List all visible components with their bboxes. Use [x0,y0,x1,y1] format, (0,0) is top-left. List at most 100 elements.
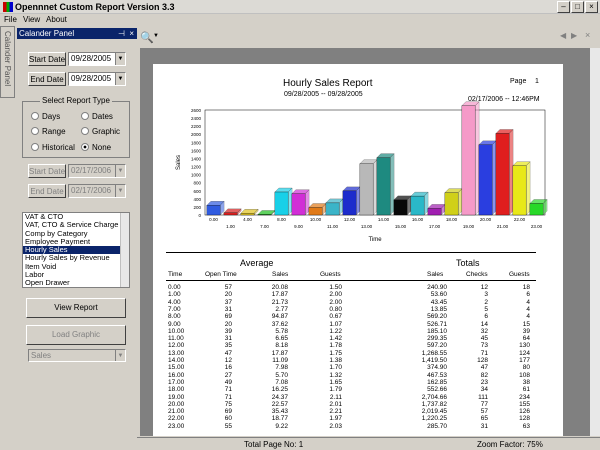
chevron-down-icon[interactable]: ▼ [115,73,125,85]
start-date-combo[interactable]: 09/28/2005 ▼ [68,52,126,66]
bar [257,214,272,216]
table-cell: 14.00 [168,357,185,364]
report-type-title: Select Report Type [40,96,112,105]
table-cell: 7.98 [275,364,288,372]
pin-icon[interactable]: ⊣ [118,28,125,39]
load-graphic-button: Load Graphic [26,325,126,345]
y-axis-label: Sales [176,155,182,170]
x-tick-label: 20.00 [480,217,492,222]
chevron-down-icon: ▼ [115,350,125,361]
end-date-button[interactable]: End Date [28,72,66,86]
table-cell: 2,019.45 [421,408,447,416]
table-cell: 7.08 [275,378,288,386]
col-guests-header: Guests [320,271,341,278]
radio-days[interactable]: Days [31,112,60,122]
table-cell: 552.66 [427,386,447,394]
average-heading: Average [240,258,274,268]
bar [342,190,357,216]
list-item[interactable]: Open Drawer [23,279,129,287]
col-time-header: Time [168,271,183,278]
bar [410,195,425,216]
table-cell: 49 [224,378,232,386]
x-axis-label: Time [368,237,382,243]
bar [393,199,408,216]
table-cell: 38 [522,378,530,386]
table-cell: 37.62 [271,320,288,328]
table-cell: 31 [224,305,232,313]
bar-side [525,161,531,216]
table-cell: 2.03 [329,422,342,430]
table-cell: 1.75 [329,349,342,357]
table-cell: 1.38 [329,357,342,364]
maximize-button[interactable]: □ [571,1,584,13]
radio-graphic[interactable]: Graphic [81,127,120,137]
table-cell: 2.77 [275,305,288,313]
menu-about[interactable]: About [46,14,67,26]
status-bar: Total Page No: 1 Zoom Factor: 75% [137,437,600,450]
panel-close-icon[interactable]: × [129,28,134,39]
list-scrollbar[interactable] [120,213,129,287]
x-tick-label: 7.00 [260,224,269,229]
bar [461,105,476,216]
menu-bar: File View About [0,14,600,26]
radio-historical[interactable]: Historical [31,143,75,153]
bar [376,157,391,216]
page-number: 1 [535,78,539,85]
y-tick-label: 2600 [191,108,202,113]
col-total-guests-header: Guests [509,271,530,278]
table-cell: 23.00 [168,422,185,430]
x-tick-label: 17.00 [429,224,441,229]
table-cell: 23 [480,378,488,386]
zoom-dropdown-icon[interactable]: ▼ [153,33,159,39]
report-list[interactable]: VAT & CTO VAT, CTO & Service Charge Comp… [22,212,130,288]
table-cell: 0.00 [168,284,181,291]
table-cell: 15.00 [168,364,185,372]
y-tick-label: 2400 [191,116,202,121]
table-cell: 80 [522,364,530,372]
bar-side [508,129,514,216]
table-cell: 130 [519,342,530,350]
table-cell: 185.10 [427,327,447,335]
viewer-close-icon[interactable]: × [585,30,590,40]
calendar-panel-tab[interactable]: Calander Panel [0,26,15,98]
total-pages: Total Page No: 1 [244,440,304,449]
x-tick-label: 16.00 [412,217,424,222]
table-cell: 4 [526,305,530,313]
table-cell: 39 [224,327,232,335]
close-button[interactable]: × [585,1,598,13]
radio-dates[interactable]: Dates [81,112,113,122]
table-cell: 4.00 [168,298,181,306]
table-cell: 597.20 [427,342,447,350]
zoom-icon[interactable]: 🔍 [140,31,154,44]
table-cell: 69 [224,313,232,321]
minimize-button[interactable]: – [557,1,570,13]
menu-view[interactable]: View [23,14,40,26]
x-tick-label: 11.00 [327,224,338,229]
table-cell: 1.65 [329,378,342,386]
menu-file[interactable]: File [4,14,17,26]
table-cell: 47 [480,364,488,372]
table-cell: 12 [480,284,488,291]
start-date-button[interactable]: Start Date [28,52,66,66]
radio-none[interactable]: None [81,143,111,153]
totals-heading: Totals [456,258,480,268]
table-cell: 177 [519,357,530,364]
window-title: Opennnet Custom Report Version 3.3 [15,2,175,12]
chevron-down-icon[interactable]: ▼ [115,53,125,65]
prev-page-icon[interactable]: ◀ [560,31,566,40]
table-cell: 1.78 [329,342,342,350]
table-cell: 18 [522,284,530,291]
table-cell: 31 [224,335,232,343]
table-cell: 285.70 [427,422,447,430]
end-date-combo[interactable]: 09/28/2005 ▼ [68,72,126,86]
table-cell: 39 [522,327,530,335]
col-total-sales-header: Sales [427,271,444,278]
viewer-scrollbar[interactable] [590,48,600,436]
view-report-button[interactable]: View Report [26,298,126,318]
bar-side [287,187,293,216]
next-page-icon[interactable]: ▶ [571,31,577,40]
radio-range[interactable]: Range [31,127,66,137]
table-cell: 16.25 [271,386,288,394]
table-cell: 14 [480,320,488,328]
table-cell: 16.00 [168,371,185,379]
